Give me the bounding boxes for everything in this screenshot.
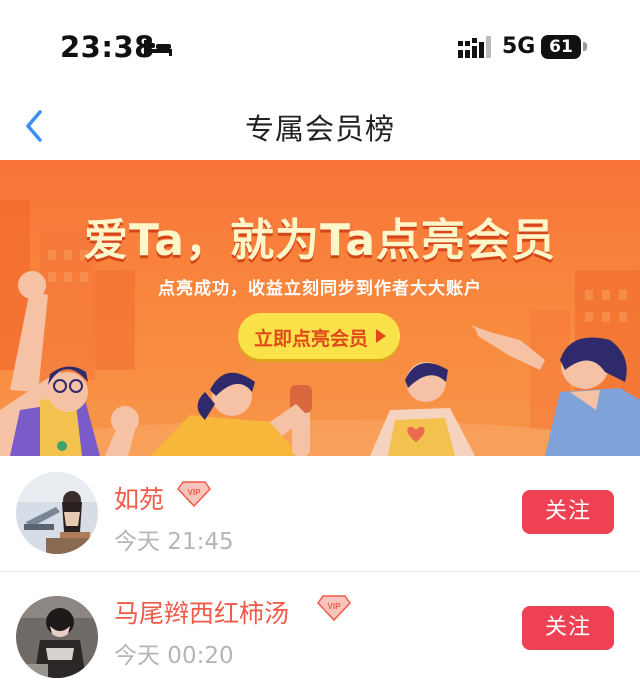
cta-label: 立即点亮会员 [254,328,369,350]
bed-icon [144,40,172,56]
battery-cap [583,42,587,51]
status-time: 23:38 [60,30,155,64]
light-up-membership-button[interactable]: 立即点亮会员 [238,313,400,359]
play-arrow-icon [376,329,386,343]
member-timestamp: 今天 21:45 [114,529,234,555]
member-name[interactable]: 如苑 [114,480,164,516]
battery-icon: 61 [541,35,581,59]
nav-header: 专属会员榜 [0,92,640,160]
follow-button[interactable]: 关注 [522,490,614,534]
vip-badge-icon: VIP [177,481,211,507]
avatar[interactable] [16,472,98,554]
avatar[interactable] [16,596,98,678]
svg-text:VIP: VIP [188,488,202,497]
banner-subtitle: 点亮成功，收益立刻同步到作者大大账户 [158,279,482,299]
list-item[interactable]: 如苑 VIP 今天 21:45 关注 [0,456,640,572]
network-label: 5G [502,34,536,59]
signal-icon [458,36,491,58]
banner-headline: 爱Ta，就为Ta点亮会员 [83,215,557,266]
status-bar: 23:38 5G 61 [0,0,640,92]
promo-banner[interactable]: 爱Ta，就为Ta点亮会员 点亮成功，收益立刻同步到作者大大账户 立即点亮会员 [0,160,640,456]
follow-button[interactable]: 关注 [522,606,614,650]
svg-text:VIP: VIP [328,602,342,611]
page-title: 专属会员榜 [244,112,395,146]
battery-level: 61 [549,37,573,57]
vip-badge-icon: VIP [317,595,351,621]
member-timestamp: 今天 00:20 [114,643,234,669]
member-name[interactable]: 马尾辫西红柿汤 [114,594,289,630]
list-item[interactable]: 马尾辫西红柿汤 VIP 今天 00:20 关注 [0,572,640,684]
